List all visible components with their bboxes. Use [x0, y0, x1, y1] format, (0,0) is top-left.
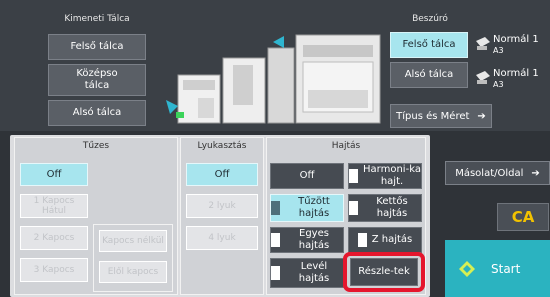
fold-letter-label: Levél hajtás	[298, 261, 330, 284]
fold-z-label: Z hajtás	[371, 234, 413, 245]
fold-accordion-label: Harmoni-ka hajt.	[363, 164, 421, 187]
fold-details-button[interactable]: Részle-tek	[350, 258, 418, 286]
copies-per-page-label: Másolat/Oldal	[455, 167, 524, 179]
punch-title: Lyukasztás	[197, 141, 247, 151]
feed-upper-paper-type: Normál 1	[493, 34, 539, 45]
fold-double-label: Kettős hajtás	[376, 196, 408, 219]
fold-z-button[interactable]: Z hajtás	[348, 227, 422, 253]
z-fold-icon	[357, 233, 367, 247]
feed-lower-paper-size: A3	[493, 80, 504, 89]
fold-letter-button[interactable]: Levél hajtás	[270, 258, 344, 288]
arrow-right-icon: ➔	[531, 167, 540, 179]
stapling-off-button[interactable]: Off	[20, 163, 88, 186]
fold-double-button[interactable]: Kettős hajtás	[348, 194, 422, 222]
stapling-title: Tűzes	[82, 141, 110, 151]
staple-fold-icon	[271, 201, 280, 215]
copies-per-page-button[interactable]: Másolat/Oldal ➔	[445, 161, 550, 185]
fold-single-label: Egyes hajtás	[298, 228, 330, 251]
punch-two-hole-button[interactable]: 2 lyuk	[186, 194, 258, 218]
clear-all-button[interactable]: CA	[497, 203, 549, 231]
type-and-size-label: Típus és Méret	[396, 110, 470, 122]
output-tray-title: Kimeneti Tálca	[64, 14, 130, 24]
fold-staple-button[interactable]: Tűzött hajtás	[270, 194, 344, 222]
staple-none-button[interactable]: Kapocs nélkül	[99, 230, 167, 252]
single-fold-icon	[271, 233, 280, 247]
feed-lower-paper-info: Normál 1 A3	[493, 68, 548, 90]
output-tray-upper-button[interactable]: Felső tálca	[48, 34, 146, 60]
feed-upper-paper-size: A3	[493, 46, 504, 55]
fold-accordion-button[interactable]: Harmoni-ka hajt.	[348, 163, 422, 189]
output-tray-lower-button[interactable]: Alsó tálca	[48, 100, 146, 126]
punch-off-button[interactable]: Off	[186, 163, 258, 186]
punch-four-hole-button[interactable]: 4 lyuk	[186, 226, 258, 250]
staple-one-back-button[interactable]: 1 Kapocs Hátul	[20, 194, 88, 218]
paper-tray-icon	[475, 36, 491, 50]
staple-two-button[interactable]: 2 Kapocs	[20, 226, 88, 250]
fold-single-button[interactable]: Egyes hajtás	[270, 227, 344, 253]
letter-fold-icon	[271, 266, 280, 280]
start-button[interactable]: Start	[445, 240, 550, 297]
accordion-fold-icon	[349, 169, 358, 183]
arrow-right-icon: ➔	[477, 110, 486, 122]
feed-tray-lower-button[interactable]: Alsó tálca	[390, 62, 468, 88]
type-and-size-button[interactable]: Típus és Méret ➔	[390, 104, 492, 128]
double-fold-icon	[349, 201, 358, 215]
insert-feed-arrow-icon	[262, 42, 276, 54]
fold-title: Hajtás	[331, 141, 361, 151]
fold-staple-label: Tűzött hajtás	[298, 196, 330, 219]
output-tray-middle-button[interactable]: Középso tálca	[48, 64, 146, 96]
start-label: Start	[491, 261, 521, 276]
fold-off-button[interactable]: Off	[270, 163, 344, 189]
finisher-machine-illustration	[166, 34, 381, 124]
start-icon	[459, 260, 475, 277]
paper-tray-icon	[475, 70, 491, 84]
staple-three-button[interactable]: 3 Kapocs	[20, 258, 88, 282]
feed-tray-upper-button[interactable]: Felső tálca	[390, 32, 468, 58]
output-settings-area: Kimeneti Tálca Felső tálca Középso tálca…	[0, 0, 550, 131]
feed-lower-paper-type: Normál 1	[493, 68, 539, 79]
staple-front-button[interactable]: Elől kapocs	[99, 261, 167, 283]
feed-tray-title: Beszúró	[412, 14, 448, 24]
feed-upper-paper-info: Normál 1 A3	[493, 34, 548, 56]
